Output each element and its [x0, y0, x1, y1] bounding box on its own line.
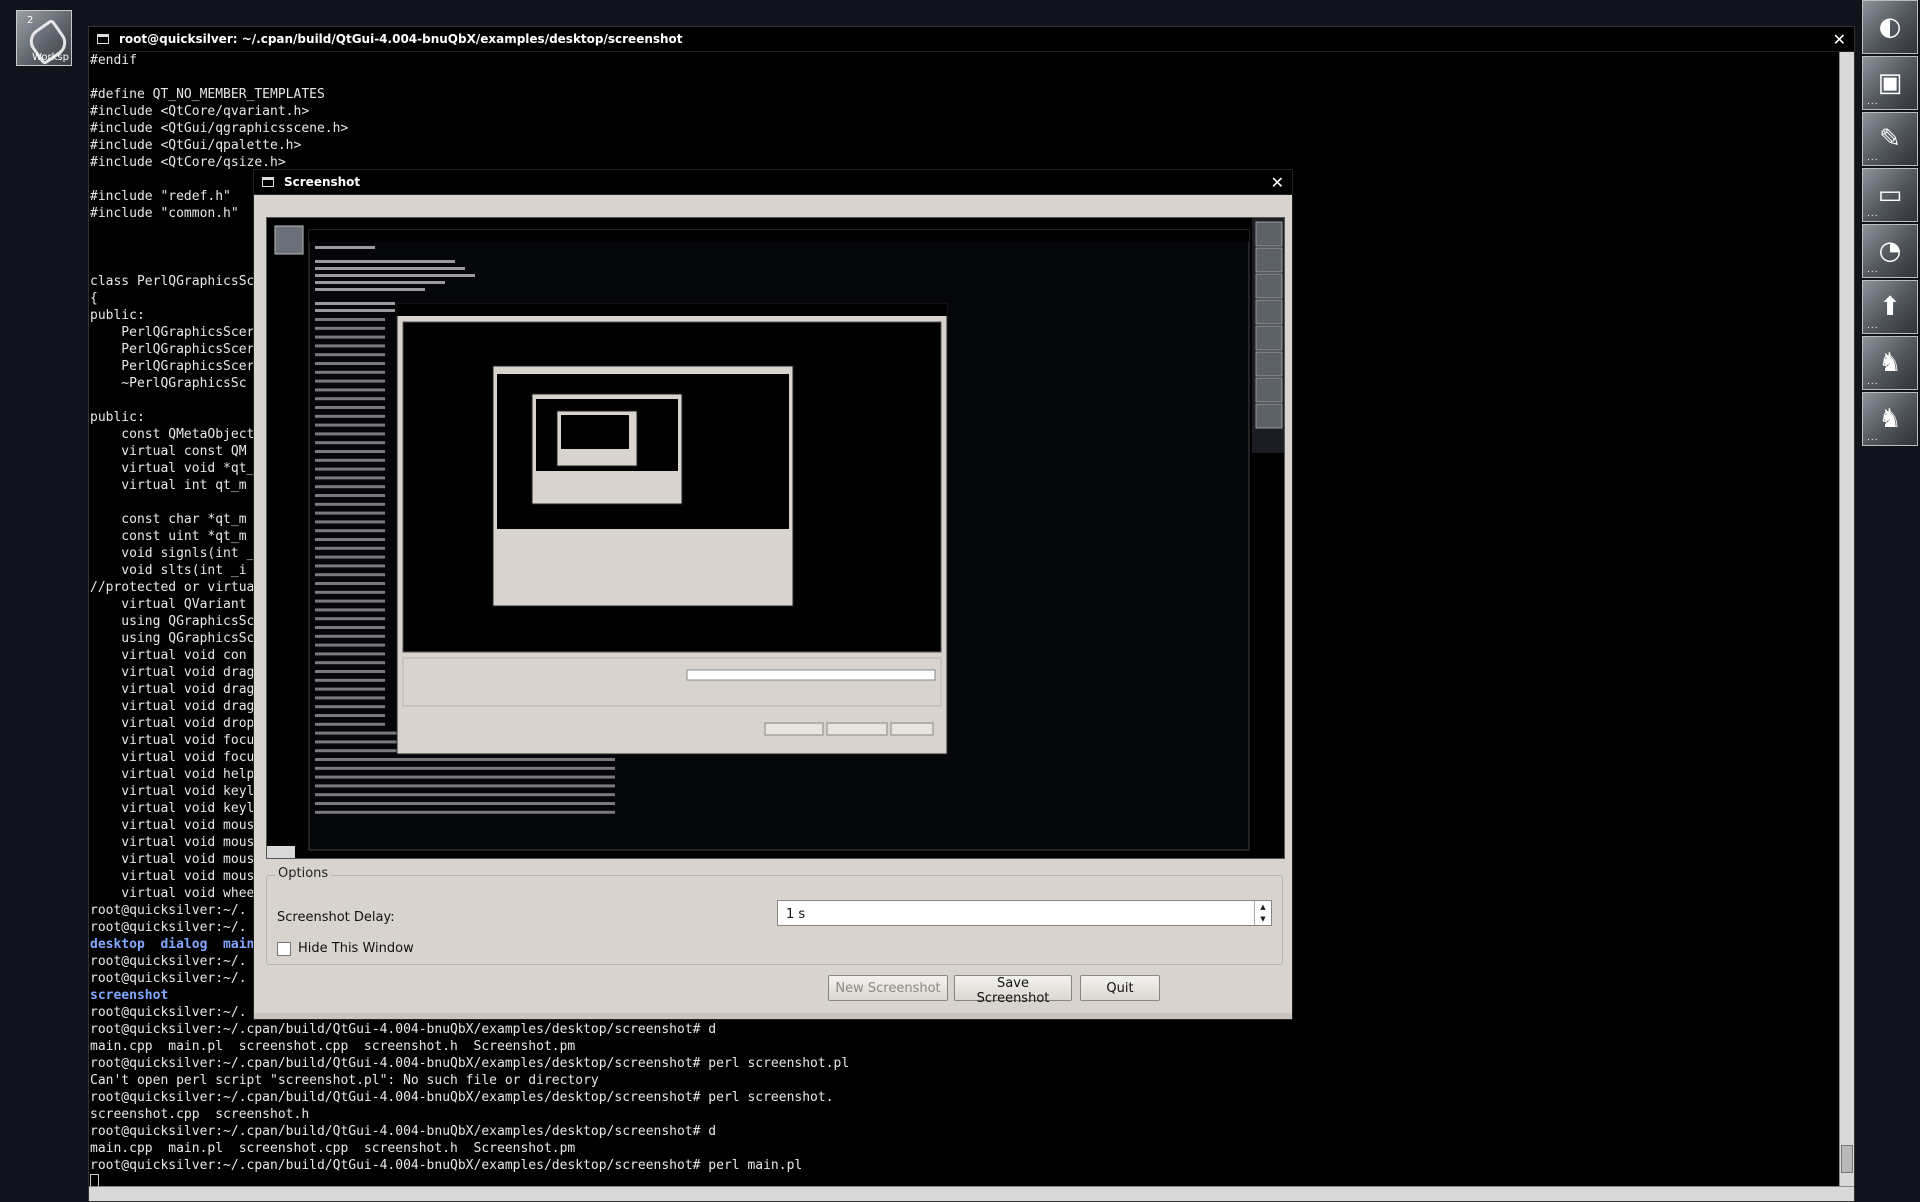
- terminal-line: #include <QtCore/qvariant.h>: [90, 104, 310, 119]
- terminal-line: root@quicksilver:~/.cpan/build/QtGui-4.0…: [90, 1158, 803, 1173]
- dock-app-icon[interactable]: ▭...: [1862, 168, 1918, 222]
- app-glyph-icon: ✎: [1879, 124, 1901, 154]
- terminal-scrollbar[interactable]: [1839, 52, 1854, 1187]
- window-menu-icon[interactable]: [262, 177, 274, 187]
- terminal-line: root@quicksilver:~/.cpan/build/QtGui-4.0…: [90, 1124, 717, 1139]
- screenshot-delay-label: Screenshot Delay:: [277, 910, 395, 925]
- app-running-indicator: ...: [1867, 265, 1879, 275]
- quit-button[interactable]: Quit: [1080, 975, 1160, 1001]
- terminal-line: screenshot.cpp screenshot.h: [90, 1107, 310, 1122]
- app-running-indicator: ...: [1867, 433, 1879, 443]
- screenshot-preview: [266, 217, 1285, 859]
- app-glyph-icon: ▭: [1877, 180, 1903, 210]
- terminal-line: main.cpp main.pl screenshot.cpp screensh…: [90, 1141, 576, 1156]
- workspace-clip-icon[interactable]: 2 Worksp: [16, 10, 72, 66]
- new-screenshot-button[interactable]: New Screenshot: [828, 975, 948, 1001]
- app-running-indicator: ...: [1867, 209, 1879, 219]
- dialog-titlebar[interactable]: Screenshot ✕: [254, 170, 1292, 195]
- dock: ◐ ▣... ✎... ▭... ◔... ⬆... ♞... ♞...: [1862, 0, 1920, 448]
- close-icon[interactable]: ✕: [1833, 30, 1846, 49]
- spin-down-icon[interactable]: ▼: [1255, 913, 1271, 925]
- workspace-label: Worksp: [32, 52, 69, 63]
- app-running-indicator: ...: [1867, 321, 1879, 331]
- app-glyph-icon: ♞: [1878, 348, 1902, 378]
- app-glyph-icon: ♞: [1878, 404, 1902, 434]
- dock-app-icon[interactable]: ◔...: [1862, 224, 1918, 278]
- terminal-line: #include <QtGui/qgraphicsscene.h>: [90, 121, 349, 136]
- app-glyph-icon: ◐: [1878, 12, 1902, 42]
- options-group: Options Screenshot Delay: ▲ ▼ Hide This …: [266, 866, 1283, 965]
- terminal-line: root@quicksilver:~/.cpan/build/QtGui-4.0…: [90, 1090, 834, 1105]
- spin-up-icon[interactable]: ▲: [1255, 901, 1271, 913]
- app-glyph-icon: ◔: [1878, 236, 1902, 266]
- terminal-line: #endif: [90, 53, 137, 68]
- dock-app-icon[interactable]: ✎...: [1862, 112, 1918, 166]
- terminal-titlebar[interactable]: root@quicksilver: ~/.cpan/build/QtGui-4.…: [89, 27, 1854, 52]
- terminal-line: main.cpp main.pl screenshot.cpp screensh…: [90, 1039, 576, 1054]
- workspace-number: 2: [27, 15, 34, 26]
- checkbox-box[interactable]: [277, 941, 291, 956]
- terminal-line: #include <QtGui/qpalette.h>: [90, 138, 302, 153]
- dock-app-icon[interactable]: ♞...: [1862, 392, 1918, 446]
- app-running-indicator: ...: [1867, 97, 1879, 107]
- hide-window-label: Hide This Window: [298, 941, 414, 956]
- recursive-screenshot-image: [267, 218, 1284, 858]
- dock-app-icon[interactable]: ▣...: [1862, 56, 1918, 110]
- dialog-bottom-edge: [254, 1013, 1292, 1019]
- app-glyph-icon: ▣: [1877, 68, 1903, 98]
- options-title: Options: [275, 866, 332, 881]
- terminal-line: root@quicksilver:~/.cpan/build/QtGui-4.0…: [90, 1022, 717, 1037]
- terminal-bottom-bar: [89, 1186, 1854, 1201]
- window-menu-icon[interactable]: [97, 34, 109, 44]
- screenshot-delay-input[interactable]: [784, 902, 1248, 926]
- terminal-line: #define QT_NO_MEMBER_TEMPLATES: [90, 87, 325, 102]
- dialog-title: Screenshot: [284, 175, 361, 189]
- spin-arrows[interactable]: ▲ ▼: [1254, 901, 1271, 925]
- hide-window-checkbox[interactable]: Hide This Window: [277, 941, 414, 956]
- screenshot-delay-spinbox[interactable]: ▲ ▼: [777, 900, 1272, 926]
- dock-app-icon[interactable]: ♞...: [1862, 336, 1918, 390]
- close-icon[interactable]: ✕: [1271, 173, 1284, 192]
- dock-app-icon[interactable]: ◐: [1862, 0, 1918, 54]
- save-screenshot-button[interactable]: Save Screenshot: [954, 975, 1072, 1006]
- terminal-line: root@quicksilver:~/.cpan/build/QtGui-4.0…: [90, 1056, 850, 1071]
- app-running-indicator: ...: [1867, 377, 1879, 387]
- terminal-title: root@quicksilver: ~/.cpan/build/QtGui-4.…: [119, 32, 683, 46]
- terminal-line: Can't open perl script "screenshot.pl": …: [90, 1073, 599, 1088]
- dock-app-icon[interactable]: ⬆...: [1862, 280, 1918, 334]
- scrollbar-thumb[interactable]: [1841, 1145, 1853, 1173]
- screenshot-dialog: Screenshot ✕ Options Screenshot Delay: 1…: [253, 169, 1293, 1020]
- app-running-indicator: ...: [1867, 153, 1879, 163]
- app-glyph-icon: ⬆: [1879, 292, 1901, 322]
